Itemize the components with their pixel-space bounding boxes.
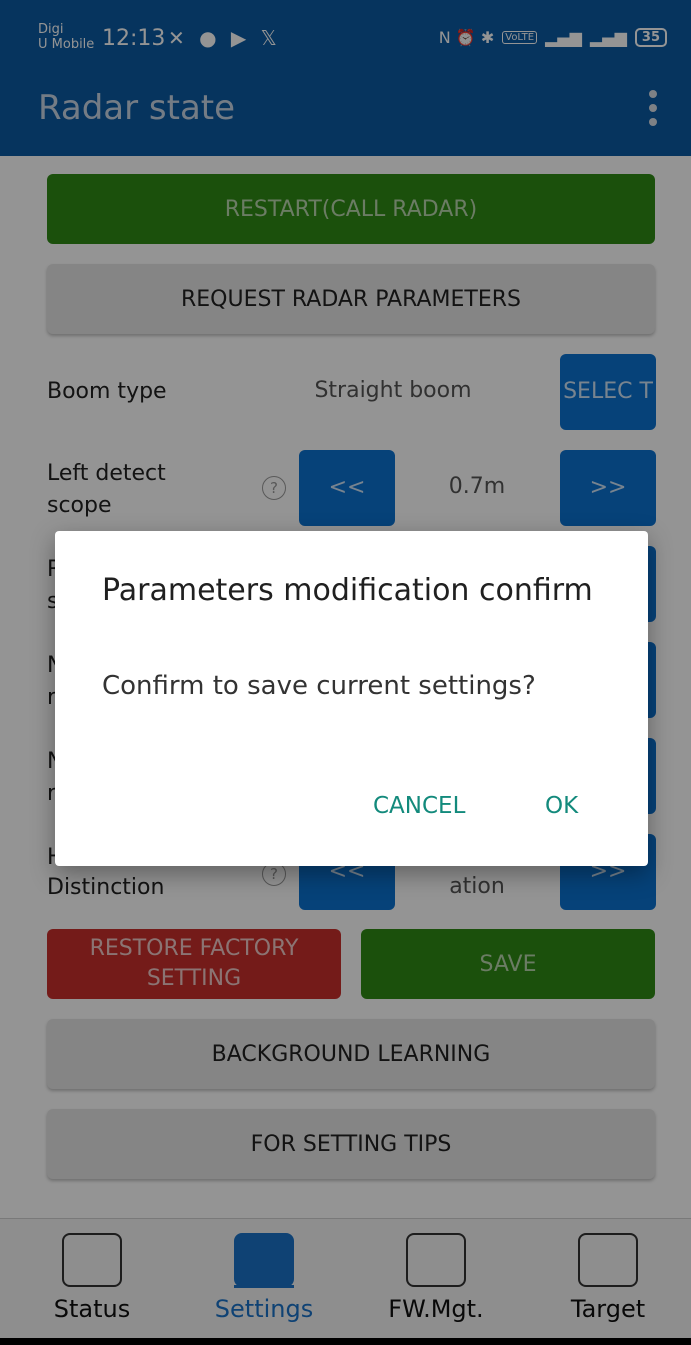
ok-button[interactable]: OK — [545, 793, 578, 819]
confirm-dialog: Parameters modification confirm Confirm … — [55, 531, 648, 866]
dialog-message: Confirm to save current settings? — [102, 671, 536, 701]
cancel-button[interactable]: CANCEL — [373, 793, 465, 819]
screen: Digi U Mobile 12:13 ✕ ● ▶ 𝕏 N ⏰ ✱ VoLTE … — [0, 0, 691, 1345]
dialog-title: Parameters modification confirm — [102, 573, 593, 608]
